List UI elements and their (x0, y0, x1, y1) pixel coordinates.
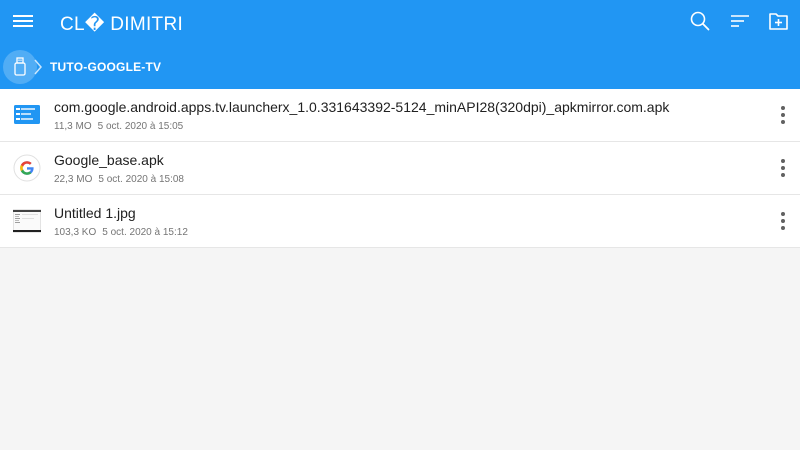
sort-icon[interactable] (729, 10, 751, 32)
file-meta: 22,3 MO 5 oct. 2020 à 15:08 (54, 174, 184, 185)
menu-icon[interactable] (13, 13, 35, 31)
file-size: 11,3 MO (54, 121, 92, 132)
file-size: 22,3 MO (54, 174, 93, 185)
file-name: Untitled 1.jpg (54, 205, 136, 221)
google-logo-icon (13, 154, 41, 182)
file-list: com.google.android.apps.tv.launcherx_1.0… (0, 89, 800, 248)
file-date: 5 oct. 2020 à 15:08 (98, 174, 184, 185)
file-meta: 103,3 KO 5 oct. 2020 à 15:12 (54, 227, 188, 238)
app-bar: CL� DIMITRI TUTO-GOOGLE-TV (0, 0, 800, 90)
usb-drive-icon[interactable] (3, 50, 37, 84)
file-date: 5 oct. 2020 à 15:05 (97, 121, 184, 132)
app-title: CL� DIMITRI (60, 14, 184, 35)
file-date: 5 oct. 2020 à 15:12 (102, 227, 188, 238)
file-size: 103,3 KO (54, 227, 97, 238)
new-folder-icon[interactable] (768, 10, 790, 32)
more-options-icon[interactable] (776, 210, 790, 232)
search-icon[interactable] (689, 10, 711, 32)
file-name: com.google.android.apps.tv.launcherx_1.0… (54, 99, 670, 115)
file-meta: 11,3 MO 5 oct. 2020 à 15:05 (54, 121, 183, 132)
chevron-right-icon (34, 59, 42, 75)
list-item[interactable]: com.google.android.apps.tv.launcherx_1.0… (0, 89, 800, 142)
apk-file-icon (13, 101, 41, 129)
list-item[interactable]: Untitled 1.jpg 103,3 KO 5 oct. 2020 à 15:… (0, 195, 800, 248)
file-name: Google_base.apk (54, 152, 164, 168)
list-item[interactable]: Google_base.apk 22,3 MO 5 oct. 2020 à 15:… (0, 142, 800, 195)
more-options-icon[interactable] (776, 104, 790, 126)
breadcrumb: TUTO-GOOGLE-TV (0, 46, 800, 90)
more-options-icon[interactable] (776, 157, 790, 179)
breadcrumb-current[interactable]: TUTO-GOOGLE-TV (50, 60, 161, 74)
image-thumbnail-icon (12, 207, 42, 235)
